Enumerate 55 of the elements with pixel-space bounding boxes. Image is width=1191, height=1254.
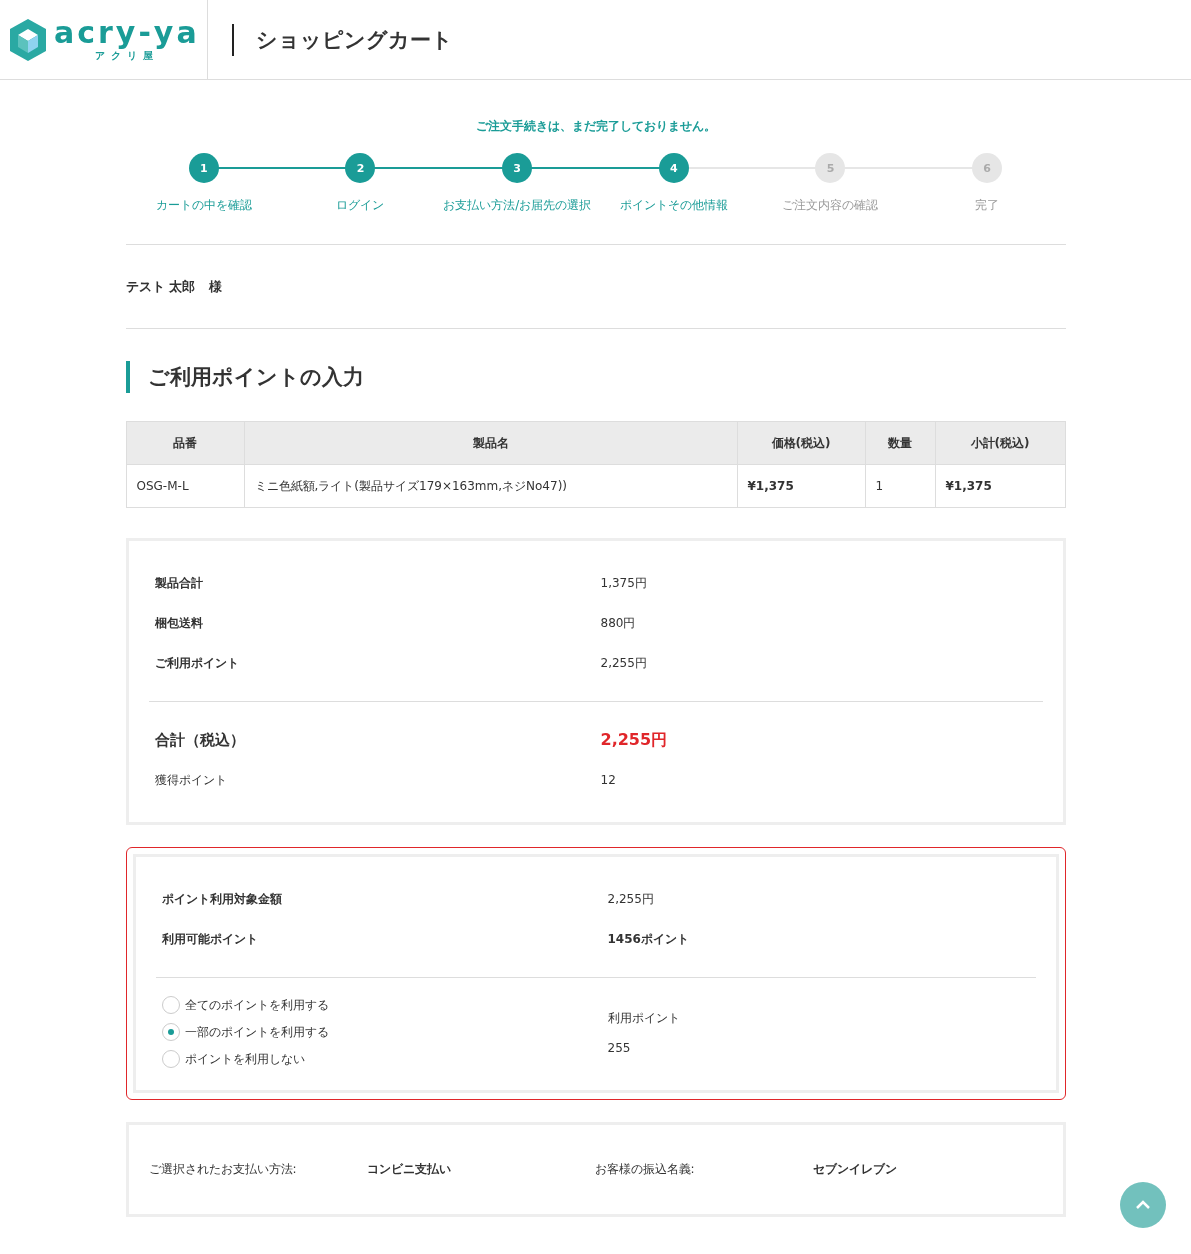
summary-label: 製品合計 [154, 574, 204, 592]
step-label: 完了 [975, 197, 1000, 214]
column-header: 数量 [865, 421, 935, 465]
table-cell: OSG-M-L [126, 464, 244, 508]
step-circle: 5 [815, 153, 846, 183]
summary-label: 梱包送料 [154, 614, 204, 632]
points-label: ポイント利用対象金額 [161, 890, 283, 908]
summary-value: 1,375円 [600, 574, 648, 592]
earned-points-value: 12 [600, 773, 617, 787]
transfer-name-value: セブンイレブン [812, 1161, 898, 1178]
step-label: お支払い方法/お届先の選択 [443, 197, 592, 214]
honorific: 様 [209, 277, 223, 296]
step-circle: 4 [658, 153, 689, 183]
step-label: ポイントその他情報 [619, 197, 728, 214]
page-title: ショッピングカート [232, 23, 453, 56]
radio-option[interactable]: ポイントを利用しない [161, 1050, 608, 1068]
points-value: 1456ポイント [607, 930, 690, 948]
points-label: 利用可能ポイント [161, 930, 259, 948]
table-cell: ¥1,375 [737, 464, 865, 508]
column-header: 小計(税込) [935, 421, 1065, 465]
summary-value: 880円 [600, 614, 637, 632]
logo-subtitle: アクリ屋 [94, 49, 159, 63]
table-cell: ¥1,375 [935, 464, 1065, 508]
earned-points-label: 獲得ポイント [154, 771, 228, 789]
payment-method-label: ご選択されたお支払い方法: [148, 1161, 298, 1178]
radio-option[interactable]: 一部のポイントを利用する [161, 1023, 608, 1041]
step-label: ログイン [336, 197, 385, 214]
step-circle: 3 [502, 153, 533, 183]
points-value: 2,255円 [607, 890, 655, 908]
step-circle: 2 [345, 153, 376, 183]
chevron-up-icon [1135, 1200, 1151, 1210]
step-label: ご注文内容の確認 [782, 197, 879, 214]
use-points-label: 利用ポイント [607, 1009, 681, 1027]
logo-text: acry-ya [54, 16, 200, 49]
notice-text: ご注文手続きは、まだ完了しておりません。 [474, 118, 717, 135]
section-heading: ご利用ポイントの入力 [125, 361, 1066, 393]
payment-method-value: コンビニ支払い [366, 1161, 452, 1178]
transfer-name-label: お客様の振込名義: [594, 1161, 696, 1178]
column-header: 製品名 [244, 421, 737, 465]
total-value: 2,255円 [600, 729, 669, 751]
step-circle: 6 [972, 153, 1003, 183]
summary-label: ご利用ポイント [154, 654, 240, 672]
radio-option[interactable]: 全てのポイントを利用する [161, 996, 608, 1014]
column-header: 価格(税込) [737, 421, 865, 465]
scroll-top-button[interactable] [1120, 1182, 1166, 1228]
table-cell: 1 [865, 464, 935, 508]
logo-icon [10, 18, 46, 61]
column-header: 品番 [126, 421, 244, 465]
customer-name: テスト 太郎 [125, 277, 196, 296]
summary-value: 2,255円 [600, 654, 648, 672]
step-circle: 1 [188, 153, 219, 183]
step-label: カートの中を確認 [155, 197, 252, 214]
use-points-value: 255 [607, 1040, 632, 1055]
total-label: 合計（税込） [154, 730, 246, 750]
table-cell: ミニ色紙額,ライト(製品サイズ179×163mm,ネジNo47)) [244, 464, 737, 508]
